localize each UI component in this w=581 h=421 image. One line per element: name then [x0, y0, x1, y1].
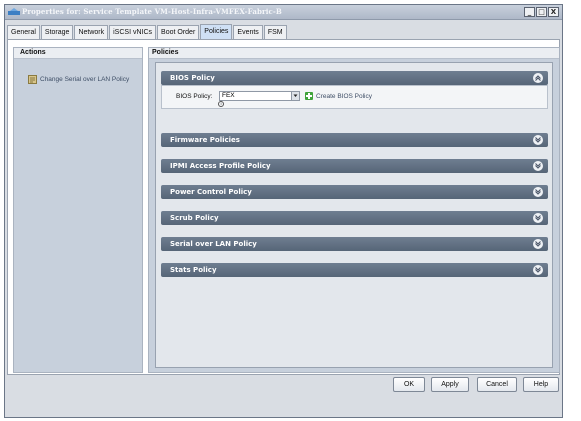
tab-events[interactable]: Events: [233, 25, 263, 39]
tab-network[interactable]: Network: [74, 25, 109, 39]
bios-policy-select[interactable]: FEX: [219, 91, 300, 101]
ok-button[interactable]: OK: [393, 377, 425, 392]
tab-fsm[interactable]: FSM: [263, 25, 287, 39]
expand-icon[interactable]: [533, 239, 543, 249]
info-icon: i: [218, 101, 224, 107]
expand-icon[interactable]: [533, 187, 543, 197]
tab-storage[interactable]: Storage: [40, 25, 74, 39]
expand-icon[interactable]: [533, 265, 543, 275]
tab-policies[interactable]: Policies: [200, 24, 233, 39]
section-title: Stats Policy: [170, 266, 217, 274]
section-bios-policy[interactable]: BIOS Policy: [161, 71, 548, 85]
tab-strip: General Storage Network iSCSI vNICs Boot…: [7, 24, 288, 39]
create-bios-policy-label: Create BIOS Policy: [316, 92, 372, 100]
section-title: BIOS Policy: [170, 74, 215, 82]
actions-panel: Actions Change Serial over LAN Policy: [13, 47, 143, 373]
tab-general[interactable]: General: [7, 25, 40, 39]
create-bios-policy-link[interactable]: Create BIOS Policy: [305, 92, 372, 100]
section-title: Serial over LAN Policy: [170, 240, 257, 248]
bios-policy-body: BIOS Policy: FEX i Create BIOS Policy: [161, 85, 548, 109]
section-title: Power Control Policy: [170, 188, 252, 196]
expand-icon[interactable]: [533, 161, 543, 171]
help-button[interactable]: Help: [523, 377, 559, 392]
section-power-control-policy[interactable]: Power Control Policy: [161, 185, 548, 199]
policies-list: BIOS Policy BIOS Policy: FEX i Create BI…: [155, 62, 553, 368]
cancel-button[interactable]: Cancel: [477, 377, 517, 392]
tab-boot-order[interactable]: Boot Order: [157, 25, 200, 39]
close-button[interactable]: X: [548, 7, 559, 17]
expand-icon[interactable]: [533, 135, 543, 145]
app-icon: [8, 8, 20, 15]
bios-policy-value: FEX: [222, 92, 235, 99]
apply-button[interactable]: Apply: [431, 377, 469, 392]
change-serial-over-lan-policy-link[interactable]: Change Serial over LAN Policy: [28, 75, 129, 84]
section-serial-over-lan-policy[interactable]: Serial over LAN Policy: [161, 237, 548, 251]
section-title: Scrub Policy: [170, 214, 219, 222]
tab-iscsi-vnics[interactable]: iSCSI vNICs: [109, 25, 157, 39]
action-label: Change Serial over LAN Policy: [40, 76, 130, 83]
section-title: IPMI Access Profile Policy: [170, 162, 271, 170]
title-bar[interactable]: Properties for: Service Template VM-Host…: [5, 5, 562, 20]
section-ipmi-access-profile-policy[interactable]: IPMI Access Profile Policy: [161, 159, 548, 173]
policies-panel: Policies BIOS Policy BIOS Policy: FEX i: [148, 47, 560, 373]
section-stats-policy[interactable]: Stats Policy: [161, 263, 548, 277]
minimize-button[interactable]: _: [524, 7, 535, 17]
maximize-button[interactable]: □: [536, 7, 547, 17]
properties-window: Properties for: Service Template VM-Host…: [4, 4, 563, 418]
window-title: Properties for: Service Template VM-Host…: [22, 7, 282, 16]
section-firmware-policies[interactable]: Firmware Policies: [161, 133, 548, 147]
chevron-down-icon[interactable]: [291, 92, 299, 100]
actions-heading: Actions: [14, 48, 142, 59]
plus-icon: [305, 92, 313, 100]
collapse-icon[interactable]: [533, 73, 543, 83]
serial-policy-icon: [28, 75, 37, 84]
expand-icon[interactable]: [533, 213, 543, 223]
section-scrub-policy[interactable]: Scrub Policy: [161, 211, 548, 225]
policies-heading: Policies: [149, 48, 559, 59]
bios-policy-label: BIOS Policy:: [176, 93, 213, 100]
section-title: Firmware Policies: [170, 136, 240, 144]
